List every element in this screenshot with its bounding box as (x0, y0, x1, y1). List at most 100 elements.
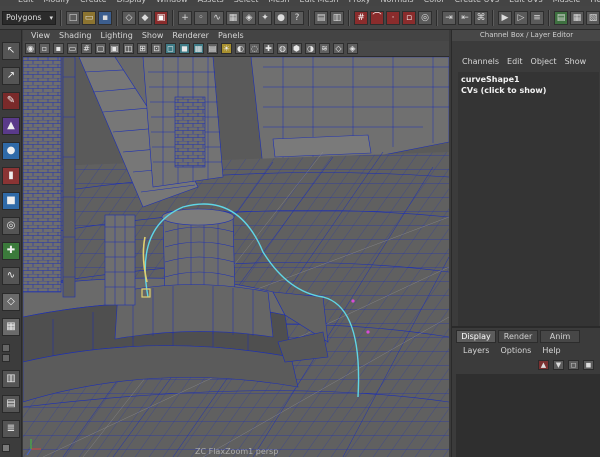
layout-small-b-icon[interactable] (2, 354, 10, 362)
curve-cv-point[interactable] (366, 330, 370, 334)
snap-point-icon[interactable]: · (386, 10, 400, 25)
layout-small-c-icon[interactable] (2, 444, 10, 452)
cube-shelf-icon[interactable]: ■ (2, 192, 20, 210)
depth-of-field-icon[interactable]: ◈ (347, 43, 358, 54)
create-empty-layer-icon[interactable]: ◻ (568, 360, 579, 370)
main-menu-modify[interactable]: Modify (44, 0, 71, 4)
channel-box-menu-edit[interactable]: Edit (507, 56, 523, 68)
move-layer-down-icon[interactable]: ▼ (553, 360, 564, 370)
select-curves-icon[interactable]: ∿ (210, 10, 224, 25)
main-menu-muscle[interactable]: Muscle (553, 0, 581, 4)
joint-shelf-icon[interactable]: ✚ (2, 242, 20, 260)
sphere-shelf-icon[interactable]: ● (2, 142, 20, 160)
layer-list[interactable] (456, 374, 600, 457)
main-menu-window[interactable]: Window (156, 0, 188, 4)
select-rendering-icon[interactable]: ● (274, 10, 288, 25)
camera-attributes-icon[interactable]: ▫ (39, 43, 50, 54)
move-layer-up-icon[interactable]: ▲ (538, 360, 549, 370)
main-menu-create[interactable]: Create (80, 0, 107, 4)
snap-grid-icon[interactable]: # (354, 10, 368, 25)
wireframe-shading-icon[interactable]: ◻ (165, 43, 176, 54)
main-menu-edit[interactable]: Edit (18, 0, 34, 4)
select-misc-icon[interactable]: ? (290, 10, 304, 25)
cylinder-shelf-icon[interactable]: ▮ (2, 167, 20, 185)
grid-toggle-icon[interactable]: # (81, 43, 92, 54)
channel-box-menu-object[interactable]: Object (531, 56, 557, 68)
field-chart-icon[interactable]: ⊞ (137, 43, 148, 54)
render-settings-icon[interactable]: ≡ (530, 10, 544, 25)
resolution-gate-icon[interactable]: ▣ (109, 43, 120, 54)
image-plane-icon[interactable]: ▭ (67, 43, 78, 54)
viewport-menu-renderer[interactable]: Renderer (172, 30, 209, 41)
select-deformations-icon[interactable]: ◈ (242, 10, 256, 25)
safe-action-icon[interactable]: ⊡ (151, 43, 162, 54)
tab-render[interactable]: Render (498, 330, 538, 343)
outliner-layout-icon[interactable]: ≣ (2, 420, 20, 438)
viewport-menu-show[interactable]: Show (142, 30, 164, 41)
torus-shelf-icon[interactable]: ◎ (2, 217, 20, 235)
isolate-select-icon[interactable]: ◍ (277, 43, 288, 54)
gate-mask-icon[interactable]: ◫ (123, 43, 134, 54)
main-menu-help[interactable]: Help (590, 0, 600, 4)
wireframe-on-shaded-icon[interactable]: ▦ (193, 43, 204, 54)
curve-shelf-icon[interactable]: ∿ (2, 267, 20, 285)
single-layout-icon[interactable]: ◇ (2, 293, 20, 311)
main-menu-edit-mesh[interactable]: Edit Mesh (299, 0, 338, 4)
film-gate-icon[interactable]: ▢ (95, 43, 106, 54)
main-menu-mesh[interactable]: Mesh (268, 0, 289, 4)
layer-editor-menu-options[interactable]: Options (500, 345, 531, 357)
tab-display[interactable]: Display (456, 330, 496, 343)
viewport-menu-shading[interactable]: Shading (59, 30, 92, 41)
select-dynamics-icon[interactable]: ✦ (258, 10, 272, 25)
ambient-occlusion-icon[interactable]: ◑ (305, 43, 316, 54)
main-menu-proxy[interactable]: Proxy (349, 0, 371, 4)
channel-box-menu-channels[interactable]: Channels (462, 56, 499, 68)
anti-aliasing-icon[interactable]: ◇ (333, 43, 344, 54)
paint-select-tool-icon[interactable]: ✎ (2, 92, 20, 110)
persp-graph-layout-icon[interactable]: ▤ (2, 395, 20, 413)
side-by-side-layout-icon[interactable]: ▥ (2, 370, 20, 388)
new-scene-icon[interactable]: □ (66, 10, 80, 25)
xray-joints-icon[interactable]: ✚ (263, 43, 274, 54)
main-menu-normals[interactable]: Normals (380, 0, 413, 4)
layer-editor-menu-help[interactable]: Help (542, 345, 560, 357)
output-ops-icon[interactable]: ⇤ (458, 10, 472, 25)
tab-anim[interactable]: Anim (540, 330, 580, 343)
show-tool-settings-icon[interactable]: ▦ (570, 10, 584, 25)
curve-cv-point[interactable] (351, 299, 355, 303)
make-live-icon[interactable]: ◎ (418, 10, 432, 25)
select-component-icon[interactable]: ▣ (154, 10, 168, 25)
viewport-menu-panels[interactable]: Panels (218, 30, 244, 41)
layout-small-a-icon[interactable] (2, 344, 10, 352)
layer-editor-menu-layers[interactable]: Layers (463, 345, 489, 357)
motion-blur-icon[interactable]: ≋ (319, 43, 330, 54)
node-name[interactable]: curveShape1 (461, 75, 520, 84)
cone-shelf-icon[interactable]: ▲ (2, 117, 20, 135)
smooth-shading-icon[interactable]: ◼ (179, 43, 190, 54)
main-menu-assets[interactable]: Assets (198, 0, 224, 4)
select-object-icon[interactable]: ◆ (138, 10, 152, 25)
ipr-render-icon[interactable]: ▷ (514, 10, 528, 25)
channel-box-menu-show[interactable]: Show (565, 56, 587, 68)
save-scene-icon[interactable]: ▪ (98, 10, 112, 25)
select-tool-icon[interactable]: ↖ (2, 42, 20, 60)
perspective-viewport[interactable]: View Shading Lighting Show Renderer Panels ◉ … (23, 30, 449, 457)
four-view-layout-icon[interactable]: ▦ (2, 318, 20, 336)
snap-curve-icon[interactable]: ⌒ (370, 10, 384, 25)
main-menu-select[interactable]: Select (234, 0, 259, 4)
highlight-selection-icon[interactable]: ▥ (330, 10, 344, 25)
high-quality-icon[interactable]: ⬢ (291, 43, 302, 54)
open-scene-icon[interactable]: ▭ (82, 10, 96, 25)
select-surfaces-icon[interactable]: ▦ (226, 10, 240, 25)
main-menu-display[interactable]: Display (117, 0, 147, 4)
select-hierarchy-icon[interactable]: ◇ (122, 10, 136, 25)
textured-icon[interactable]: ▤ (207, 43, 218, 54)
show-attribute-editor-icon[interactable]: ▤ (554, 10, 568, 25)
input-ops-icon[interactable]: ⇥ (442, 10, 456, 25)
panel-divider[interactable] (452, 326, 600, 328)
snap-view-plane-icon[interactable]: ▫ (402, 10, 416, 25)
render-current-frame-icon[interactable]: ▶ (498, 10, 512, 25)
main-menu-create-uvs[interactable]: Create UVs (455, 0, 500, 4)
scene-canvas[interactable] (23, 57, 449, 457)
use-all-lights-icon[interactable]: ☀ (221, 43, 232, 54)
